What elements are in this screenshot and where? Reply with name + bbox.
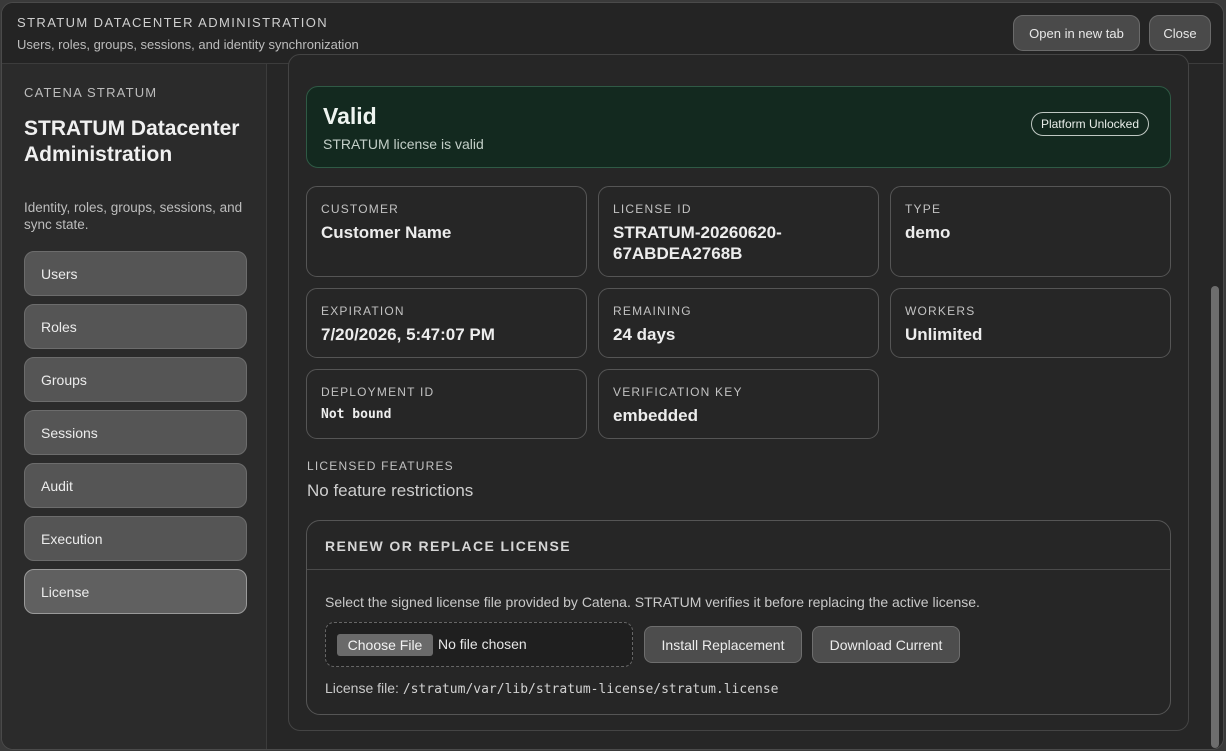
app-subtitle: Users, roles, groups, sessions, and iden… [17,37,359,52]
main-content: Valid STRATUM license is valid Platform … [268,54,1223,749]
renew-description: Select the signed license file provided … [325,594,980,610]
license-id-card: LICENSE ID STRATUM-20260620-67ABDEA2768B [598,186,879,277]
card-value: 24 days [613,325,676,344]
card-value: 7/20/2026, 5:47:07 PM [321,325,495,344]
license-file-prefix: License file: [325,680,399,696]
open-in-new-tab-button[interactable]: Open in new tab [1013,15,1140,51]
remaining-card: REMAINING 24 days [598,288,879,358]
renew-header: RENEW OR REPLACE LICENSE [307,521,1170,570]
brand-title: STRATUM Datacenter Administration [24,117,240,166]
sidebar-nav: Users Roles Groups Sessions Audit Execut… [24,251,247,622]
deployment-id-card: DEPLOYMENT ID Not bound [306,369,587,439]
card-value: Unlimited [905,325,983,344]
licensed-features-value: No feature restrictions [307,481,474,500]
install-replacement-button[interactable]: Install Replacement [644,626,802,663]
card-label: LICENSE ID [613,202,692,216]
card-value: STRATUM-20260620-67ABDEA2768B [613,223,782,263]
license-status-text: STRATUM license is valid [323,136,484,152]
license-status-title: Valid [323,103,377,129]
sidebar-item-license[interactable]: License [24,569,247,614]
expiration-card: EXPIRATION 7/20/2026, 5:47:07 PM [306,288,587,358]
choose-file-button[interactable]: Choose File [337,634,433,656]
sidebar-item-roles[interactable]: Roles [24,304,247,349]
sidebar-item-execution[interactable]: Execution [24,516,247,561]
file-input[interactable]: Choose File No file chosen [325,622,633,667]
card-label: REMAINING [613,304,692,318]
card-value: embedded [613,406,699,425]
sidebar-item-audit[interactable]: Audit [24,463,247,508]
sidebar-item-sessions[interactable]: Sessions [24,410,247,455]
license-status-banner: Valid STRATUM license is valid Platform … [306,86,1171,168]
license-file-path: /stratum/var/lib/stratum-license/stratum… [402,682,779,697]
renew-title: RENEW OR REPLACE LICENSE [325,538,571,554]
platform-unlocked-badge: Platform Unlocked [1030,112,1149,136]
download-current-button[interactable]: Download Current [812,626,960,663]
scrollbar[interactable] [1211,286,1219,748]
card-label: CUSTOMER [321,202,400,216]
card-value: demo [905,223,951,242]
workers-card: WORKERS Unlimited [890,288,1171,358]
brand-description: Identity, roles, groups, sessions, and s… [24,200,243,232]
license-file-row: License file: /stratum/var/lib/stratum-l… [325,680,779,697]
renew-license-section: RENEW OR REPLACE LICENSE Select the sign… [306,520,1171,715]
card-label: TYPE [905,202,942,216]
no-file-chosen-text: No file chosen [438,636,527,652]
card-label: EXPIRATION [321,304,405,318]
close-button[interactable]: Close [1149,15,1211,51]
sidebar-item-users[interactable]: Users [24,251,247,296]
licensed-features-label: LICENSED FEATURES [307,459,454,473]
verification-key-card: VERIFICATION KEY embedded [598,369,879,439]
card-value: Not bound [321,407,392,422]
type-card: TYPE demo [890,186,1171,277]
app-title: STRATUM DATACENTER ADMINISTRATION [17,15,329,30]
sidebar: CATENA STRATUM STRATUM Datacenter Admini… [2,64,267,749]
card-value: Customer Name [321,223,452,242]
card-label: VERIFICATION KEY [613,385,743,399]
brand-eyebrow: CATENA STRATUM [24,85,158,100]
card-label: WORKERS [905,304,976,318]
sidebar-item-groups[interactable]: Groups [24,357,247,402]
customer-card: CUSTOMER Customer Name [306,186,587,277]
admin-window: STRATUM DATACENTER ADMINISTRATION Users,… [1,2,1224,750]
card-label: DEPLOYMENT ID [321,385,435,399]
